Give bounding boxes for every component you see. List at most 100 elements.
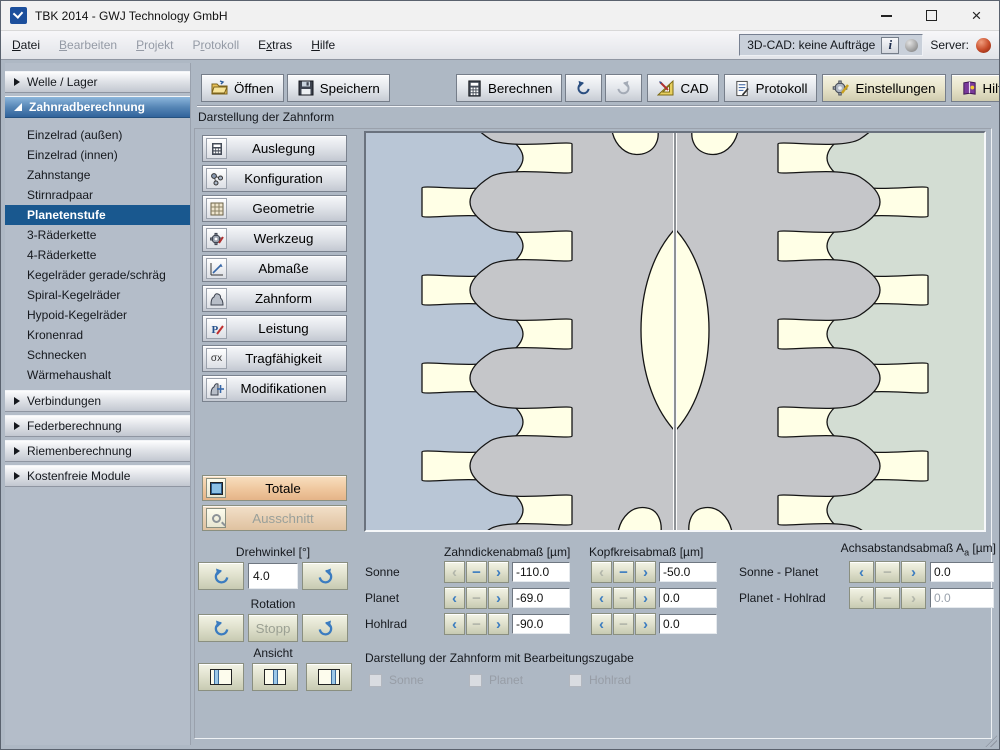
zahndicken-hohlrad-decrement[interactable]: ‹ — [444, 613, 465, 635]
info-button[interactable]: i — [881, 37, 899, 54]
leistung-button[interactable]: P Leistung — [202, 315, 347, 342]
view-center-button[interactable] — [252, 663, 298, 691]
rotation-ccw-button[interactable] — [198, 614, 244, 642]
view-right-button[interactable] — [306, 663, 352, 691]
rotate-cw-step-button[interactable] — [302, 562, 348, 590]
achs-planet-hohlrad-decrement[interactable]: ‹ — [849, 587, 874, 609]
close-icon: × — [972, 7, 982, 24]
achs-sonne-planet-increment[interactable]: › — [901, 561, 926, 583]
zahnform-button[interactable]: Zahnform — [202, 285, 347, 312]
menu-datei[interactable]: Datei — [9, 36, 43, 54]
achs-planet-hohlrad-increment[interactable]: › — [901, 587, 926, 609]
sidebar-section-zahnradberechnung[interactable]: Zahnradberechnung — [5, 96, 190, 118]
modified-gear-icon — [206, 378, 227, 399]
zahndicken-sonne-decrement[interactable]: ‹ — [444, 561, 465, 583]
sidebar-item-hypoid-kegelraeder[interactable]: Hypoid-Kegelräder — [5, 305, 190, 325]
checkbox-sonne[interactable] — [369, 674, 382, 687]
ausschnitt-button[interactable]: Ausschnitt — [202, 505, 347, 531]
kopfkreis-hohlrad-increment[interactable]: › — [635, 613, 656, 635]
zahndicken-hohlrad-increment[interactable]: › — [488, 613, 509, 635]
sidebar-item-3-raederkette[interactable]: 3-Räderkette — [5, 225, 190, 245]
geometrie-button[interactable]: Geometrie — [202, 195, 347, 222]
maximize-button[interactable] — [909, 1, 954, 31]
open-button[interactable]: Öffnen — [201, 74, 284, 102]
kopfkreis-sonne-increment[interactable]: › — [635, 561, 656, 583]
sidebar-item-schnecken[interactable]: Schnecken — [5, 345, 190, 365]
achs-planet-hohlrad-input[interactable] — [930, 588, 994, 608]
abmasse-button[interactable]: Abmaße — [202, 255, 347, 282]
sidebar-item-einzelrad-aussen[interactable]: Einzelrad (außen) — [5, 125, 190, 145]
sidebar-item-4-raederkette[interactable]: 4-Räderkette — [5, 245, 190, 265]
zahndicken-sonne-increment[interactable]: › — [488, 561, 509, 583]
totale-button[interactable]: Totale — [202, 475, 347, 501]
menu-hilfe[interactable]: Hilfe — [308, 36, 338, 54]
sidebar-item-einzelrad-innen[interactable]: Einzelrad (innen) — [5, 145, 190, 165]
sidebar-item-kronenrad[interactable]: Kronenrad — [5, 325, 190, 345]
menu-bearbeiten[interactable]: Bearbeiten — [56, 36, 120, 54]
kopfkreis-hohlrad-input[interactable] — [659, 614, 717, 634]
sidebar-section-verbindungen[interactable]: Verbindungen — [5, 390, 190, 412]
gear-mesh-canvas[interactable] — [364, 131, 986, 532]
checkbox-hohlrad[interactable] — [569, 674, 582, 687]
sidebar-item-spiral-kegelraeder[interactable]: Spiral-Kegelräder — [5, 285, 190, 305]
menu-extras[interactable]: Extras — [255, 36, 295, 54]
kopfkreis-sonne-decrement[interactable]: ‹ — [591, 561, 612, 583]
modifikationen-button[interactable]: Modifikationen — [202, 375, 347, 402]
zahndicken-planet-input[interactable] — [512, 588, 570, 608]
sidebar-item-stirnradpaar[interactable]: Stirnradpaar — [5, 185, 190, 205]
menu-projekt[interactable]: Projekt — [133, 36, 176, 54]
save-button[interactable]: Speichern — [287, 74, 390, 102]
zahndicken-sonne-zero[interactable]: − — [466, 561, 487, 583]
kopfkreis-hohlrad-decrement[interactable]: ‹ — [591, 613, 612, 635]
rotate-ccw-step-button[interactable] — [198, 562, 244, 590]
konfiguration-button[interactable]: Konfiguration — [202, 165, 347, 192]
calculate-button[interactable]: Berechnen — [456, 74, 562, 102]
close-button[interactable]: × — [954, 1, 999, 31]
tragfaehigkeit-button[interactable]: σx Tragfähigkeit — [202, 345, 347, 372]
menu-protokoll[interactable]: Protokoll — [189, 36, 242, 54]
achs-sonne-planet-input[interactable] — [930, 562, 994, 582]
redo-button[interactable] — [605, 74, 642, 102]
kopfkreis-planet-zero[interactable]: − — [613, 587, 634, 609]
auslegung-button[interactable]: Auslegung — [202, 135, 347, 162]
cad-status-box: 3D-CAD: keine Aufträge i — [739, 34, 923, 56]
sidebar-section-welle-lager[interactable]: Welle / Lager — [5, 71, 190, 93]
sidebar-item-planetenstufe[interactable]: Planetenstufe — [5, 205, 190, 225]
kopfkreis-planet-increment[interactable]: › — [635, 587, 656, 609]
kopfkreis-sonne-input[interactable] — [659, 562, 717, 582]
cad-button[interactable]: CAD — [647, 74, 718, 102]
zahndicken-sonne-input[interactable] — [512, 562, 570, 582]
achs-sonne-planet-decrement[interactable]: ‹ — [849, 561, 874, 583]
kopfkreis-sonne-zero[interactable]: − — [613, 561, 634, 583]
view-left-button[interactable] — [198, 663, 244, 691]
rotation-cw-button[interactable] — [302, 614, 348, 642]
drehwinkel-input[interactable] — [248, 563, 298, 589]
zahndicken-planet-decrement[interactable]: ‹ — [444, 587, 465, 609]
rotate-cw-icon — [316, 567, 335, 586]
protocol-button[interactable]: Protokoll — [724, 74, 818, 102]
resize-grip[interactable] — [985, 735, 997, 747]
settings-button[interactable]: Einstellungen — [822, 74, 945, 102]
achs-sonne-planet-zero[interactable]: − — [875, 561, 900, 583]
werkzeug-button[interactable]: Werkzeug — [202, 225, 347, 252]
achs-planet-hohlrad-zero[interactable]: − — [875, 587, 900, 609]
kopfkreis-planet-input[interactable] — [659, 588, 717, 608]
help-button[interactable]: Hilfe — [951, 74, 1000, 102]
kopfkreis-planet-decrement[interactable]: ‹ — [591, 587, 612, 609]
sidebar-item-waermehaushalt[interactable]: Wärmehaushalt — [5, 365, 190, 385]
stop-button[interactable]: Stopp — [248, 614, 298, 642]
zahndicken-planet-zero[interactable]: − — [466, 587, 487, 609]
cad-status-text: 3D-CAD: keine Aufträge — [747, 38, 875, 52]
zahndicken-planet-increment[interactable]: › — [488, 587, 509, 609]
sidebar-section-federberechnung[interactable]: Federberechnung — [5, 415, 190, 437]
minimize-button[interactable] — [864, 1, 909, 31]
undo-button[interactable] — [565, 74, 602, 102]
checkbox-planet[interactable] — [469, 674, 482, 687]
sidebar-section-riemenberechnung[interactable]: Riemenberechnung — [5, 440, 190, 462]
sidebar-section-kostenfreie-module[interactable]: Kostenfreie Module — [5, 465, 190, 487]
sidebar-item-kegelraeder[interactable]: Kegelräder gerade/schräg — [5, 265, 190, 285]
sidebar-item-zahnstange[interactable]: Zahnstange — [5, 165, 190, 185]
zahndicken-hohlrad-zero[interactable]: − — [466, 613, 487, 635]
kopfkreis-hohlrad-zero[interactable]: − — [613, 613, 634, 635]
zahndicken-hohlrad-input[interactable] — [512, 614, 570, 634]
